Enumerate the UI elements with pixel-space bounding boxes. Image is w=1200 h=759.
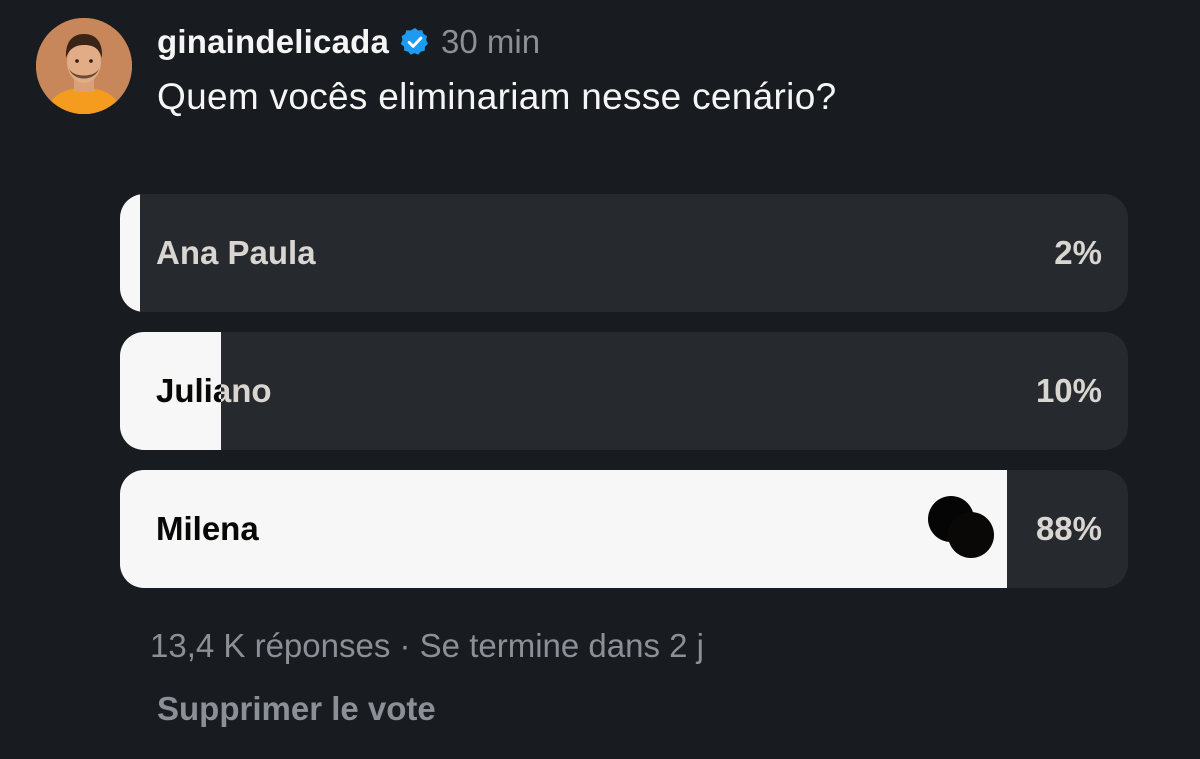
avatar-photo <box>36 18 132 114</box>
poll-responses-info: 13,4 K réponses · Se termine dans 2 j <box>150 627 704 664</box>
poll-option-bar <box>120 194 141 312</box>
poll-option-milena[interactable]: Milena 88% <box>120 470 1128 588</box>
poll-option-percent: 88% <box>1035 510 1102 547</box>
remove-vote-button[interactable]: Supprimer le vote <box>157 690 436 728</box>
poll-option-label: Juliano <box>156 372 272 409</box>
poll-option-juliano[interactable]: Juliano 10% <box>120 332 1128 450</box>
poll-question: Quem vocês eliminariam nesse cenário? <box>157 76 837 117</box>
voter-avatars <box>928 496 998 560</box>
avatar[interactable] <box>36 18 132 114</box>
poll-option-ana-paula[interactable]: Ana Paula 2% <box>120 194 1128 312</box>
verified-badge-icon <box>399 26 431 58</box>
post-header: ginaindelicada 30 min <box>157 20 540 64</box>
poll-option-percent: 10% <box>1035 372 1102 409</box>
poll-options: Ana Paula 2% Juliano 10% Milena 88% <box>120 194 1128 608</box>
poll-option-percent: 2% <box>1054 234 1102 271</box>
post-time: 30 min <box>441 23 541 60</box>
username[interactable]: ginaindelicada <box>157 23 389 61</box>
poll-option-label: Milena <box>156 510 259 547</box>
voter-avatar <box>948 512 994 558</box>
poll-post: ginaindelicada 30 min Quem vocês elimina… <box>0 0 1200 759</box>
poll-option-label: Ana Paula <box>156 234 316 271</box>
